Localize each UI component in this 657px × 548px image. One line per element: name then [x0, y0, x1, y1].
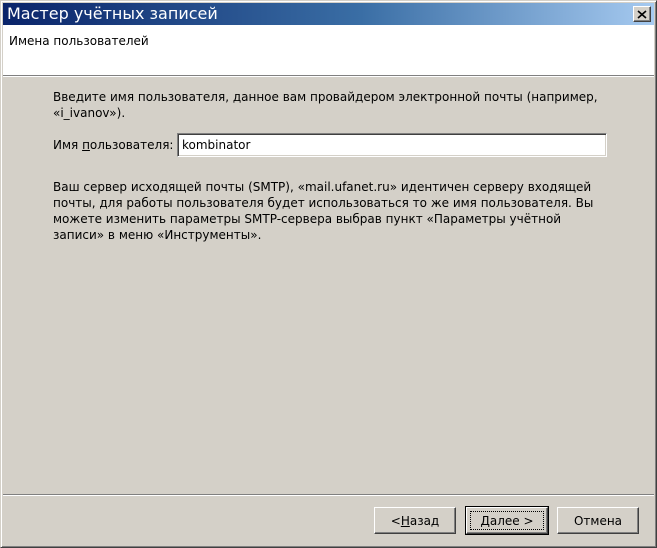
page-title: Имена пользователей — [9, 34, 149, 48]
button-divider — [3, 494, 654, 496]
username-input[interactable] — [177, 133, 607, 157]
username-label: Имя пользователя: — [53, 138, 174, 152]
smtp-note: Ваш сервер исходящей почты (SMTP), «mail… — [53, 180, 594, 242]
next-button[interactable]: Далее > — [465, 506, 549, 535]
title-bar[interactable]: Мастер учётных записей — [3, 3, 654, 25]
username-row: Имя пользователя: — [53, 133, 613, 157]
close-icon — [637, 9, 647, 19]
back-button[interactable]: < Назад — [374, 507, 456, 534]
intro-text: Введите имя пользователя, данное вам про… — [53, 90, 598, 120]
close-button[interactable] — [633, 6, 651, 22]
wizard-header: Имена пользователей — [3, 25, 654, 77]
window-title: Мастер учётных записей — [7, 4, 218, 23]
intro-block: Введите имя пользователя, данное вам про… — [53, 89, 613, 121]
account-wizard-window: Мастер учётных записей Имена пользовател… — [0, 0, 657, 548]
cancel-button[interactable]: Отмена — [557, 507, 639, 534]
